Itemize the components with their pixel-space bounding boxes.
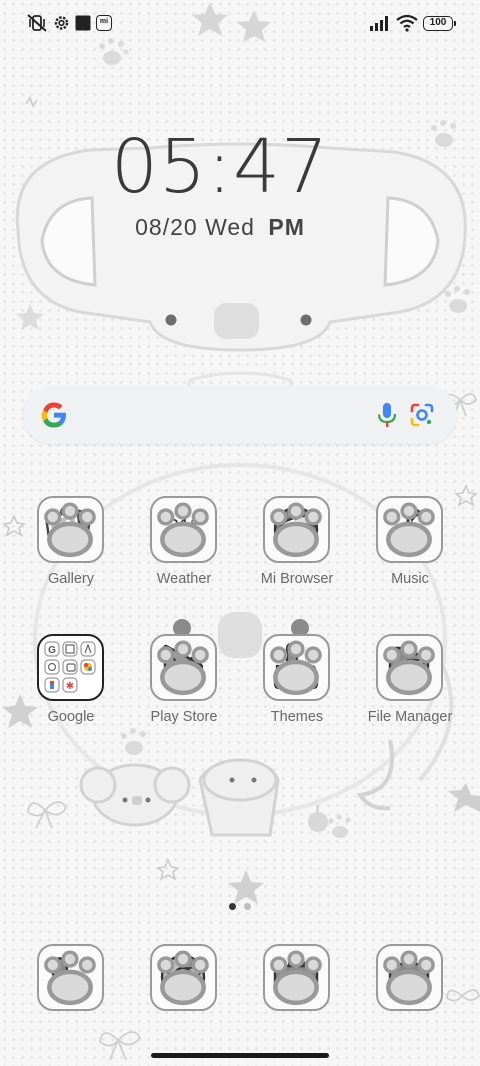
camera-icon — [263, 944, 330, 1011]
app-label: File Manager — [367, 709, 453, 725]
app-label: Play Store — [150, 709, 218, 725]
paw-icon — [44, 502, 96, 558]
google-lens-icon[interactable] — [407, 400, 437, 430]
app-label: Mi Browser — [260, 571, 334, 587]
google-logo-icon — [41, 402, 66, 428]
signal-icon — [370, 16, 388, 31]
status-bar: mi 100 — [0, 0, 480, 44]
clock-date: 08/20 Wed PM — [110, 214, 330, 241]
dock-chrome[interactable] — [129, 944, 239, 1064]
paw-icon — [157, 502, 209, 558]
square-icon — [75, 15, 91, 31]
wifi-icon — [396, 14, 418, 32]
paw-icon — [270, 640, 322, 696]
app-label: Gallery — [48, 571, 94, 587]
app-file-manager[interactable]: File Manager — [355, 634, 465, 754]
paw-icon — [157, 950, 209, 1006]
browser-icon — [263, 496, 330, 563]
mi-icon: mi — [96, 15, 112, 31]
app-mi-browser[interactable]: Mi Browser — [242, 496, 352, 616]
page-dot — [244, 903, 251, 910]
paw-icon — [383, 640, 435, 696]
app-music[interactable]: Music — [355, 496, 465, 616]
paw-icon — [270, 950, 322, 1006]
folder-google[interactable]: G ✱ Google — [16, 634, 126, 754]
svg-text:✱: ✱ — [66, 681, 74, 692]
am-pm: PM — [268, 214, 305, 240]
clock-time: 05:47 — [110, 124, 330, 210]
battery-icon: 100 — [423, 16, 456, 31]
paw-icon — [270, 502, 322, 558]
app-label: Google — [47, 709, 95, 725]
file-manager-icon — [376, 634, 443, 701]
settings-icon — [54, 16, 69, 30]
dock-phone[interactable] — [16, 944, 126, 1064]
mute-vibrate-icon — [27, 14, 47, 32]
microphone-icon[interactable] — [374, 401, 400, 429]
dock-messages[interactable] — [355, 944, 465, 1064]
svg-text:G: G — [48, 645, 56, 656]
messages-icon — [376, 944, 443, 1011]
paw-icon — [383, 502, 435, 558]
weekday: Wed — [205, 214, 255, 240]
app-themes[interactable]: Themes — [242, 634, 352, 754]
phone-icon — [37, 944, 104, 1011]
app-label: Weather — [156, 571, 212, 587]
play-store-icon — [150, 634, 217, 701]
gallery-icon — [37, 496, 104, 563]
gesture-nav-handle[interactable] — [151, 1053, 329, 1058]
chrome-icon — [150, 944, 217, 1011]
app-label: Themes — [270, 709, 324, 725]
themes-icon — [263, 634, 330, 701]
paw-icon — [157, 640, 209, 696]
music-icon — [376, 496, 443, 563]
google-search-bar[interactable] — [23, 386, 457, 444]
google-folder-icon: G ✱ — [37, 634, 104, 701]
weather-icon: 31° — [150, 496, 217, 563]
dock-camera[interactable] — [242, 944, 352, 1064]
app-label: Music — [391, 571, 429, 587]
paw-icon — [383, 950, 435, 1006]
paw-icon — [44, 950, 96, 1006]
page-dot-active — [229, 903, 236, 910]
app-gallery[interactable]: Gallery — [16, 496, 126, 616]
date-value: 08/20 — [135, 214, 198, 240]
app-weather[interactable]: 31° Weather — [129, 496, 239, 616]
app-play-store[interactable]: Play Store — [129, 634, 239, 754]
